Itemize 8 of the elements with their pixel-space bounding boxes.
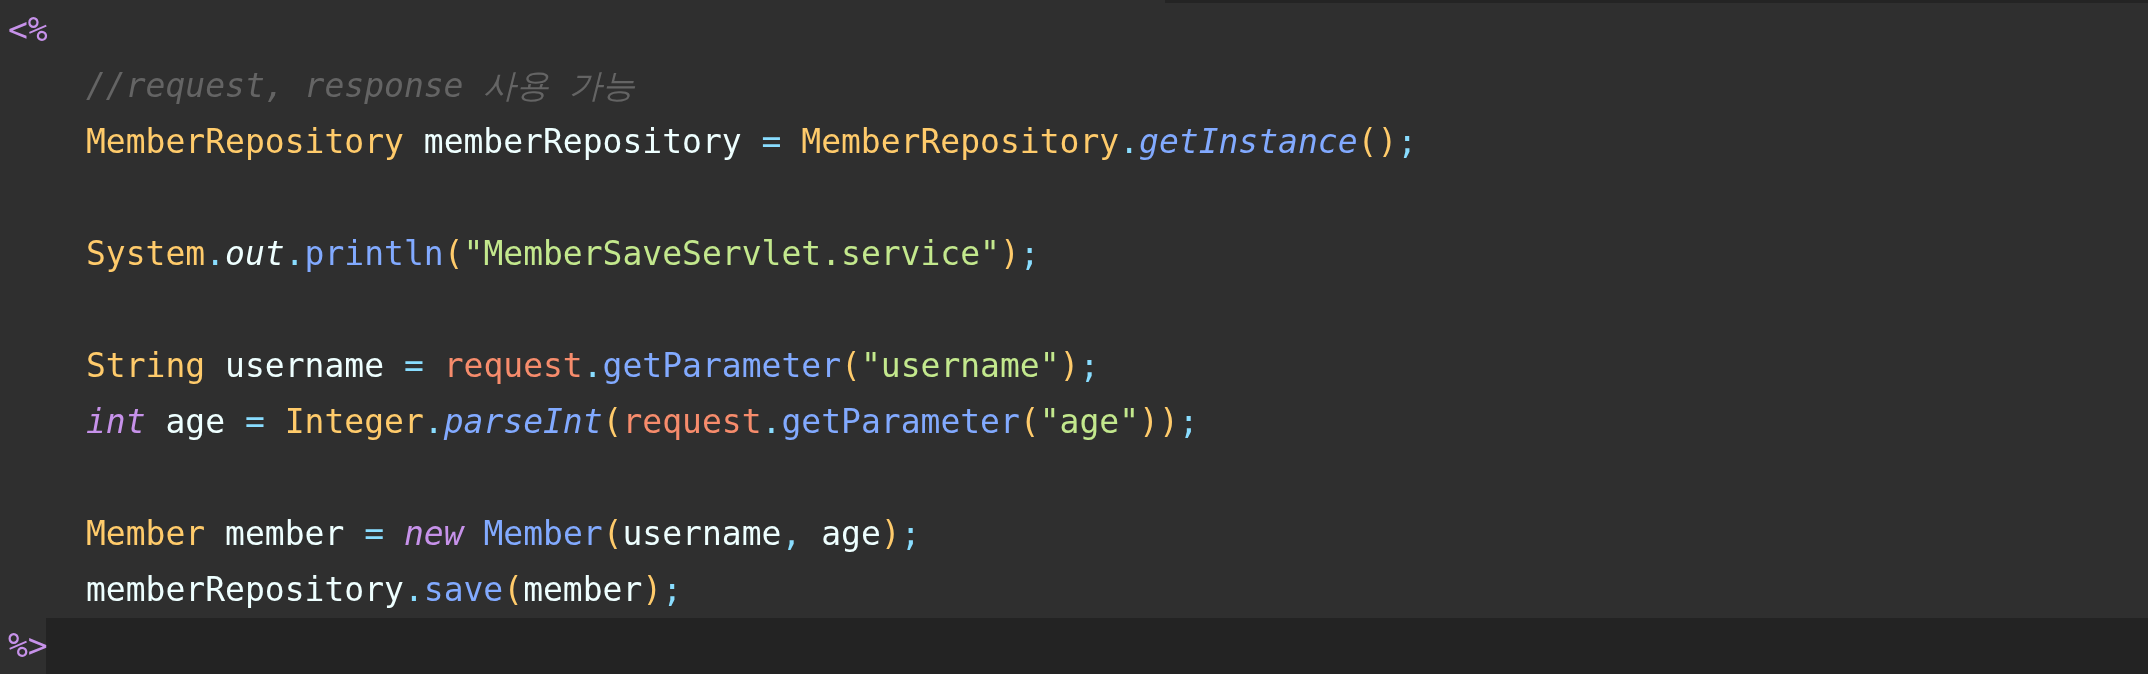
code-line: <% xyxy=(8,10,48,50)
code-line: %> xyxy=(8,626,48,666)
code-line: System.out.println("MemberSaveServlet.service"); xyxy=(86,234,1040,274)
code-line: int age = Integer.parseInt(request.getParameter("age")); xyxy=(86,402,1199,442)
code-line: memberRepository.save(member); xyxy=(86,570,683,610)
code-line: Member member = new Member(username, age); xyxy=(86,514,921,554)
code-line: MemberRepository memberRepository = MemberRepository.getInstance(); xyxy=(86,122,1418,162)
code-line: String username = request.getParameter("username"); xyxy=(86,346,1100,386)
